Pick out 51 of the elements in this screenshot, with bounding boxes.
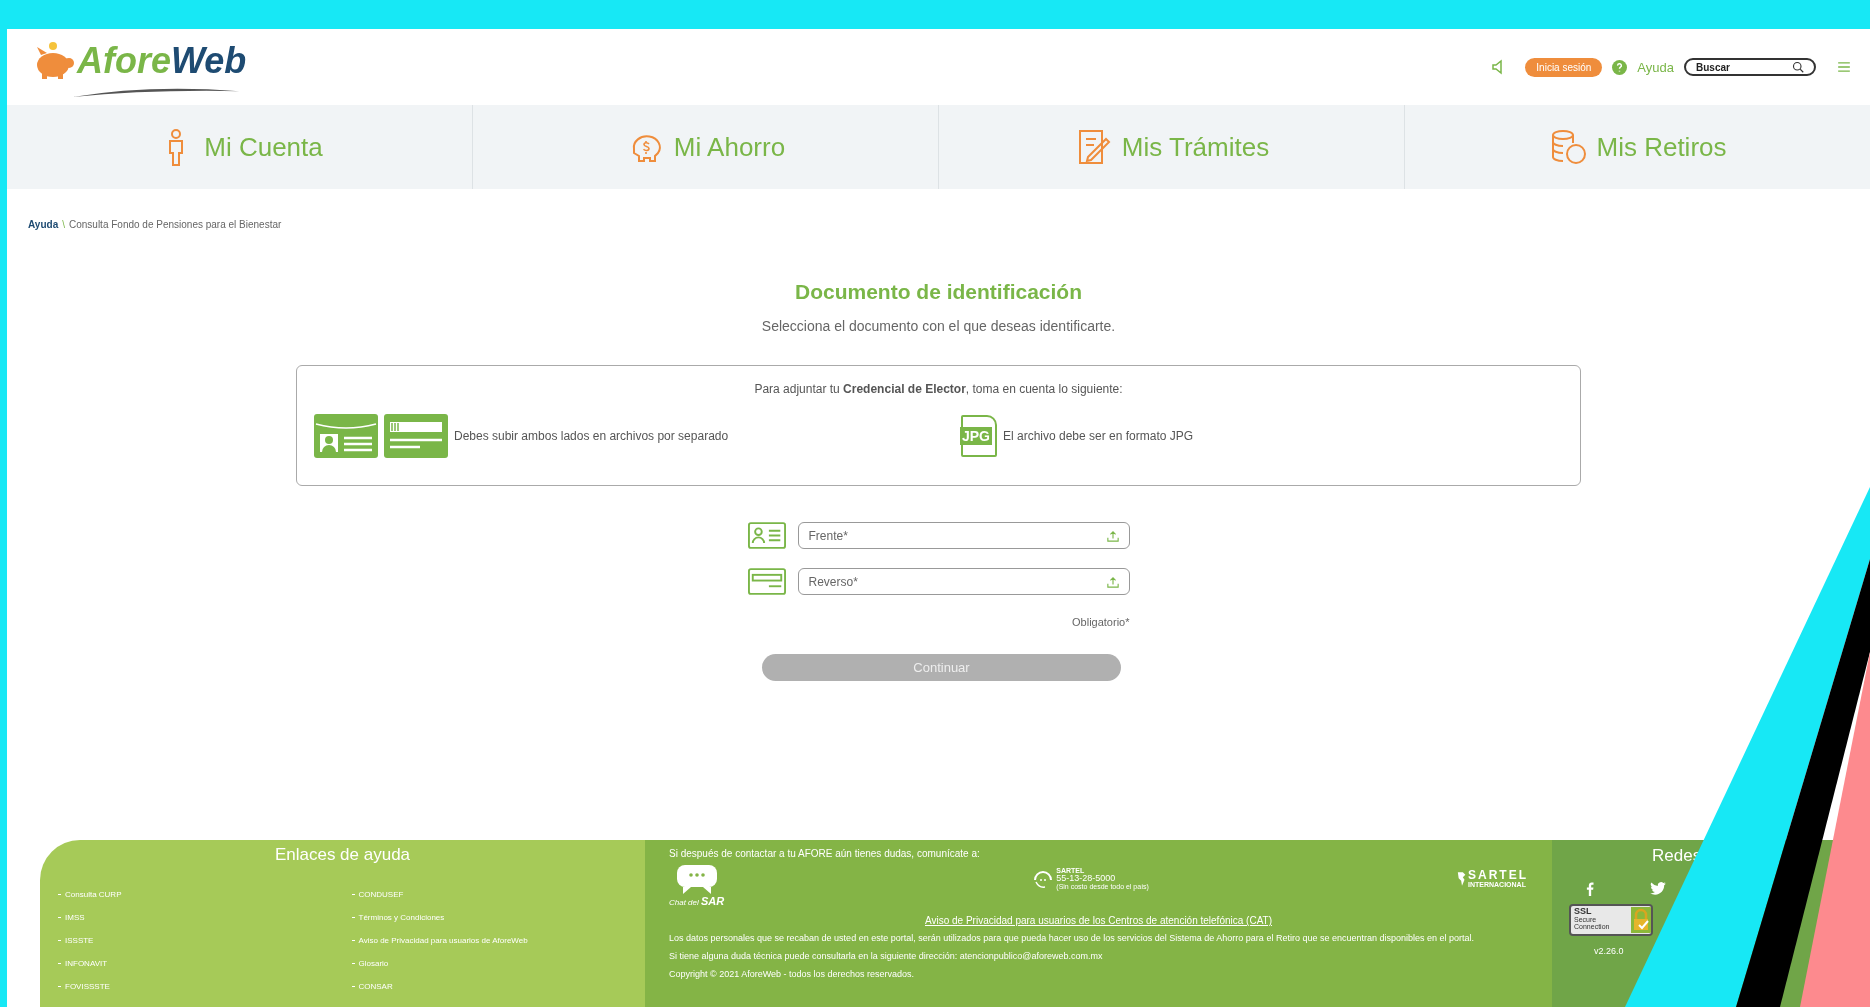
required-note: Obligatorio* bbox=[1072, 616, 1130, 628]
facebook-icon[interactable] bbox=[1586, 882, 1594, 896]
id-card-front-icon bbox=[747, 522, 786, 549]
americas-map-icon bbox=[1457, 870, 1467, 887]
bird-icon[interactable] bbox=[1650, 882, 1666, 895]
footer-link[interactable]: Consulta CURP bbox=[65, 890, 122, 899]
nav-tab[interactable]: Mi Ahorro bbox=[473, 105, 939, 189]
footer-paragraph: Copyright © 2021 AforeWeb - todos los derechos reservados. bbox=[669, 968, 916, 980]
footer-paragraph: Los datos personales que se recaban de usted en este portal, serán utilizados para que pueda hacer uso de los servicios del Sistema de Ahorro para el Retiro que se encuentran disponibles en el portal. bbox=[669, 933, 1475, 944]
version-label: v2.26.0 bbox=[1594, 946, 1625, 956]
id-card-back-icon bbox=[747, 568, 786, 595]
contact-intro: Si después de contactar a tu AFORE aún tienes dudas, comunícate a: bbox=[669, 848, 981, 859]
nav-tab[interactable]: Mis Trámites bbox=[939, 105, 1405, 189]
breadcrumb-link[interactable]: Ayuda bbox=[28, 219, 59, 230]
search-field[interactable]: Buscar bbox=[1684, 58, 1816, 76]
footer-link[interactable]: Glosario bbox=[358, 959, 389, 968]
footer-paragraph: Si tiene alguna duda técnica puede consultarla en la siguiente dirección: atencionpublico@aforeweb.com.mx bbox=[669, 950, 1104, 962]
nav-tab[interactable]: Mis Retiros bbox=[1405, 105, 1870, 189]
upload-icon[interactable] bbox=[1106, 575, 1119, 588]
padlock-icon bbox=[1631, 906, 1651, 934]
footer-link[interactable]: CONSAR bbox=[358, 982, 393, 991]
breadcrumb-current: Consulta Fondo de Pensiones para el Bienestar bbox=[69, 219, 282, 230]
page-title: Documento de identificación bbox=[795, 280, 1082, 304]
footer-link[interactable]: CONDUSEF bbox=[358, 890, 404, 899]
id-cards-icon bbox=[314, 414, 448, 458]
footer-link[interactable]: IMSS bbox=[65, 913, 85, 922]
privacy-link[interactable]: Aviso de Privacidad para usuarios de los Centros de atención telefónica (CAT) bbox=[924, 915, 1272, 926]
file-upload-field[interactable]: Reverso* bbox=[797, 568, 1130, 595]
footer-link[interactable]: ISSSTE bbox=[65, 936, 94, 945]
breadcrumb-separator: \ bbox=[62, 219, 65, 230]
footer-link[interactable]: Aviso de Privacidad para usuarios de AforeWeb bbox=[358, 936, 528, 945]
search-icon[interactable] bbox=[1792, 61, 1804, 73]
help-link[interactable]: Ayuda bbox=[1637, 59, 1674, 75]
footer-link[interactable]: INFONAVIT bbox=[65, 959, 108, 968]
chat-logo[interactable]: Chat del SAR bbox=[669, 863, 725, 907]
login-button[interactable]: Inicia sesión bbox=[1525, 57, 1603, 77]
file-upload-field[interactable]: Frente* bbox=[797, 522, 1130, 549]
help-links-title: Enlaces de ayuda bbox=[273, 845, 412, 865]
chat-bubble-icon bbox=[674, 863, 719, 895]
help-icon[interactable] bbox=[1612, 59, 1628, 75]
nav-tab[interactable]: Mi Cuenta bbox=[7, 105, 473, 189]
notice-intro: Para adjuntar tu Credencial de Elector, toma en cuenta lo siguiente: bbox=[753, 382, 1124, 396]
menu-icon[interactable] bbox=[1838, 62, 1850, 72]
upload-icon[interactable] bbox=[1106, 529, 1119, 542]
file-icon: JPG bbox=[961, 415, 997, 457]
footer-link[interactable]: FOVISSSTE bbox=[65, 982, 110, 991]
notice-text: Debes subir ambos lados en archivos por separado bbox=[454, 429, 729, 443]
footer-link[interactable]: Términos y Condiciones bbox=[358, 913, 445, 922]
aforeweb-logo[interactable]: AforeWeb bbox=[33, 32, 247, 102]
page-subtitle: Selecciona el documento con el que deseas identificarte. bbox=[761, 318, 1116, 334]
notice-text: El archivo debe ser en formato JPG bbox=[1003, 429, 1194, 443]
